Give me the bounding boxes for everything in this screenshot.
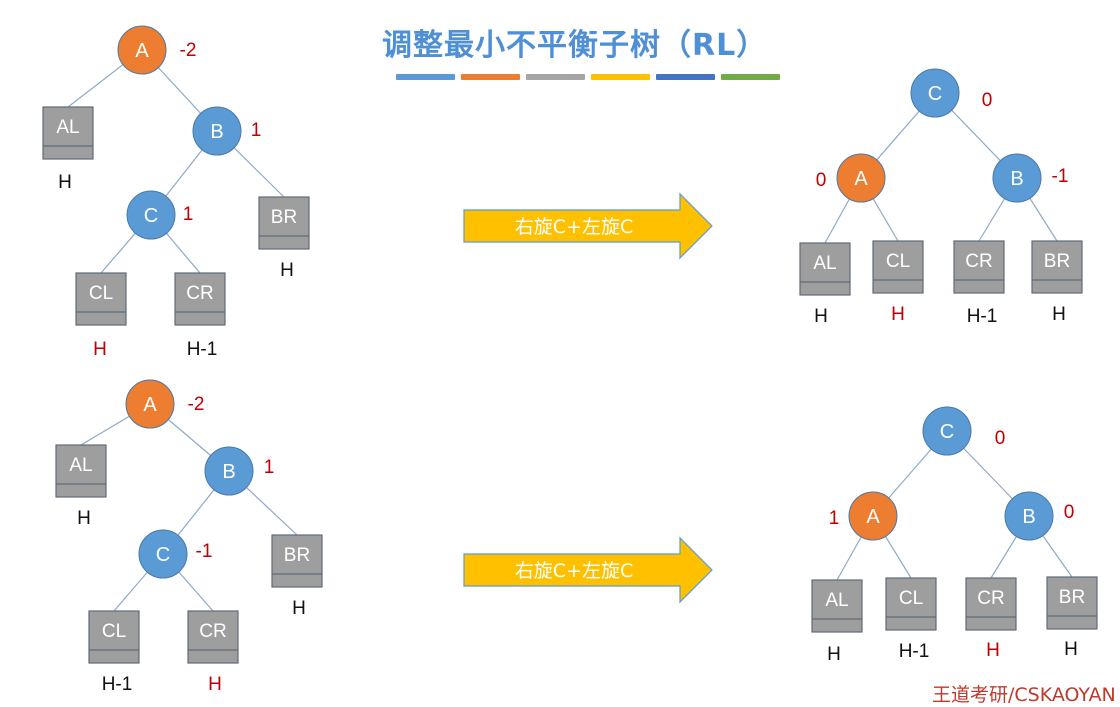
case-2-before: ALHBRHCLH-1CRHA -2B 1C -1	[55, 379, 323, 695]
subtree-al: AL H	[811, 579, 863, 665]
node-label: C	[156, 544, 170, 566]
subtree-height: H	[814, 306, 828, 327]
subtree-label: CR	[186, 283, 213, 304]
subtree-label: CL	[89, 283, 113, 304]
node-c: C0	[910, 68, 993, 118]
node-label: C	[144, 205, 158, 227]
node-label: B	[1022, 506, 1035, 528]
subtree-label: BR	[271, 207, 297, 228]
subtree-height: H	[1064, 639, 1078, 660]
subtree-cl: CL H-1	[885, 577, 937, 662]
subtree-height: H	[827, 644, 841, 665]
subtree-height: H-1	[102, 674, 133, 695]
subtree-label: AL	[813, 253, 836, 274]
subtree-height: H-1	[967, 306, 998, 327]
subtree-cr: CR H	[187, 610, 239, 695]
arrow-label: 右旋C+左旋C	[515, 560, 633, 582]
subtree-label: CR	[977, 588, 1004, 609]
node-label: B	[1010, 168, 1023, 190]
node-b: B1	[192, 106, 262, 156]
node-c: C1	[126, 190, 194, 240]
node-label: C	[928, 83, 942, 105]
subtree-al: AL H	[55, 444, 107, 529]
subtree-height: H	[280, 260, 294, 281]
node-b: B1	[204, 446, 275, 496]
node-label: A	[143, 394, 157, 416]
node-a: A -2	[117, 25, 197, 75]
balance-factor: 1	[829, 508, 840, 529]
balance-factor: -1	[196, 541, 213, 562]
subtree-al: AL H	[42, 106, 94, 193]
case-2-after: ALHCLH-1CRHBRHC 0A1 B 0	[811, 406, 1098, 665]
balance-factor: 0	[1064, 502, 1075, 523]
node-b: B -1	[992, 153, 1069, 203]
subtree-br: BR H	[271, 534, 323, 619]
subtree-cl: CL H-1	[88, 610, 140, 695]
balance-factor: 0	[816, 170, 827, 191]
node-b: B0	[1004, 491, 1075, 541]
subtree-label: CL	[102, 621, 126, 642]
rotation-arrow: 右旋C+左旋C	[463, 192, 713, 260]
rl-rotation-diagram: ALHBRHCLHCRH-1A -2B 1C 1ALHCLHCRH-1BRHC 0A0 B…	[42, 25, 1098, 695]
balance-factor: 0	[982, 90, 993, 111]
node-c: C0	[922, 406, 1006, 456]
subtree-cl: CL H	[872, 240, 924, 325]
node-label: C	[940, 421, 954, 443]
subtree-label: CR	[965, 251, 992, 272]
case-1-before: ALHBRHCLHCRH-1A -2B 1C 1	[42, 25, 310, 360]
balance-factor: 1	[183, 204, 194, 225]
subtree-al: AL H	[799, 242, 851, 327]
subtree-br: BR H	[1046, 576, 1098, 660]
subtree-height: H-1	[899, 641, 930, 662]
subtree-height: H	[208, 674, 222, 695]
node-a: A1	[829, 491, 898, 541]
balance-factor: 1	[251, 120, 262, 141]
rotation-arrow: 右旋C+左旋C	[463, 536, 713, 604]
subtree-height: H	[292, 598, 306, 619]
subtree-height: H	[891, 304, 905, 325]
node-label: B	[222, 461, 235, 483]
node-a: A0	[816, 153, 886, 203]
subtree-cl: CL H	[75, 272, 127, 360]
balance-factor: 1	[264, 457, 275, 478]
balance-factor: -2	[180, 40, 197, 61]
subtree-label: AL	[825, 590, 848, 611]
subtree-label: AL	[69, 455, 92, 476]
subtree-br: BR H	[1031, 240, 1083, 325]
node-label: A	[135, 40, 149, 62]
subtree-label: BR	[1059, 587, 1085, 608]
balance-factor: -1	[1052, 166, 1069, 187]
node-label: A	[866, 506, 880, 528]
subtree-label: CL	[886, 251, 910, 272]
node-label: A	[854, 168, 868, 190]
subtree-height: H	[1052, 304, 1066, 325]
subtree-label: CL	[899, 588, 923, 609]
node-label: B	[210, 121, 223, 143]
subtree-height: H	[77, 508, 91, 529]
subtree-cr: CR H-1	[953, 240, 1005, 327]
node-c: C -1	[138, 529, 213, 579]
subtree-br: BR H	[258, 196, 310, 281]
balance-factor: -2	[188, 394, 205, 415]
subtree-label: CR	[199, 621, 226, 642]
subtree-label: AL	[56, 117, 79, 138]
subtree-height: H	[58, 172, 72, 193]
subtree-height: H	[93, 339, 107, 360]
subtree-cr: CR H	[965, 577, 1017, 661]
footer-watermark: 王道考研/CSKAOYAN	[932, 684, 1116, 706]
case-1-after: ALHCLHCRH-1BRHC 0A0 B -1	[799, 68, 1083, 327]
arrow-label: 右旋C+左旋C	[515, 216, 633, 238]
subtree-label: BR	[284, 545, 310, 566]
balance-factor: 0	[995, 428, 1006, 449]
subtree-cr: CR H-1	[174, 272, 226, 360]
subtree-label: BR	[1044, 251, 1070, 272]
subtree-height: H-1	[187, 339, 218, 360]
node-a: A -2	[125, 379, 205, 429]
subtree-height: H	[986, 640, 1000, 661]
